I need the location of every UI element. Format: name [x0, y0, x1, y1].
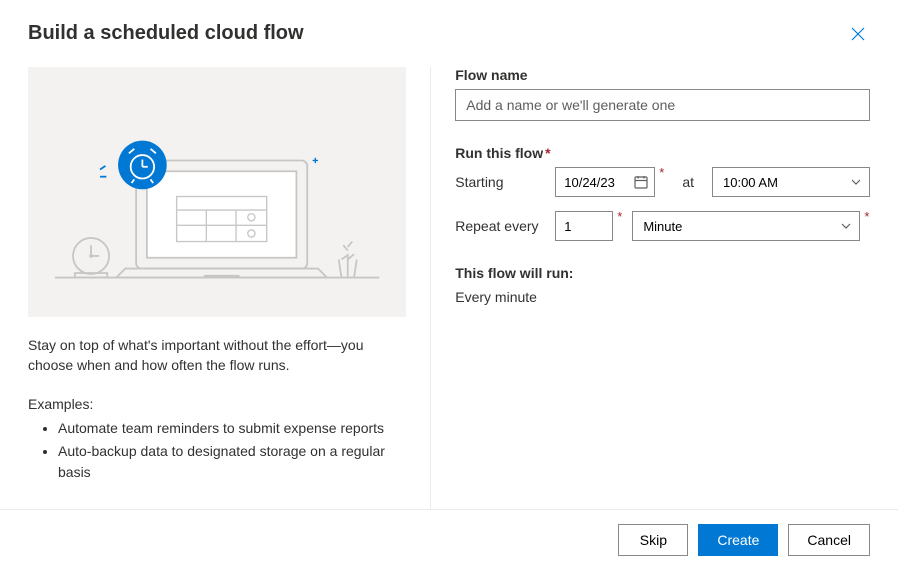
- starting-row: Starting * at 10:00 A: [455, 167, 870, 197]
- required-mark: *: [864, 209, 869, 224]
- left-column: Stay on top of what's important without …: [28, 67, 430, 509]
- flow-name-input[interactable]: [455, 89, 870, 121]
- dialog-header: Build a scheduled cloud flow: [0, 0, 898, 49]
- run-flow-label-text: Run this flow: [455, 145, 543, 161]
- illustration: [28, 67, 406, 317]
- examples-label: Examples:: [28, 396, 406, 412]
- repeat-row: Repeat every * Minute *: [455, 211, 870, 241]
- examples-list: Automate team reminders to submit expens…: [28, 418, 406, 483]
- repeat-label: Repeat every: [455, 218, 545, 234]
- close-button[interactable]: [846, 22, 870, 49]
- list-item: Automate team reminders to submit expens…: [58, 418, 406, 439]
- description-text: Stay on top of what's important without …: [28, 335, 406, 376]
- required-mark: *: [659, 165, 664, 180]
- flow-name-section: Flow name: [455, 67, 870, 121]
- list-item: Auto-backup data to designated storage o…: [58, 441, 406, 483]
- summary-section: This flow will run: Every minute: [455, 265, 870, 305]
- summary-label: This flow will run:: [455, 265, 870, 281]
- calendar-icon: [633, 174, 649, 190]
- required-mark: *: [617, 209, 622, 224]
- run-flow-section: Run this flow* Starting * at: [455, 145, 870, 241]
- repeat-unit-select[interactable]: Minute: [632, 211, 860, 241]
- at-label: at: [682, 174, 694, 190]
- flow-name-label: Flow name: [455, 67, 870, 83]
- close-icon: [850, 26, 866, 42]
- repeat-value-input[interactable]: [555, 211, 613, 241]
- dialog-title: Build a scheduled cloud flow: [28, 22, 304, 45]
- starting-time-select[interactable]: 10:00 AM: [712, 167, 870, 197]
- summary-text: Every minute: [455, 289, 870, 305]
- create-button[interactable]: Create: [698, 524, 778, 556]
- starting-label: Starting: [455, 174, 545, 190]
- right-column: Flow name Run this flow* Starting: [431, 67, 870, 509]
- time-select-wrap: 10:00 AM: [712, 167, 870, 197]
- unit-select-wrap: Minute: [632, 211, 860, 241]
- dialog-content: Stay on top of what's important without …: [0, 49, 898, 509]
- cancel-button[interactable]: Cancel: [788, 524, 870, 556]
- date-input-wrap: [555, 167, 655, 197]
- run-flow-label: Run this flow*: [455, 145, 870, 161]
- required-mark: *: [545, 145, 550, 161]
- skip-button[interactable]: Skip: [618, 524, 688, 556]
- dialog-footer: Skip Create Cancel: [0, 509, 898, 570]
- dialog: Build a scheduled cloud flow: [0, 0, 898, 570]
